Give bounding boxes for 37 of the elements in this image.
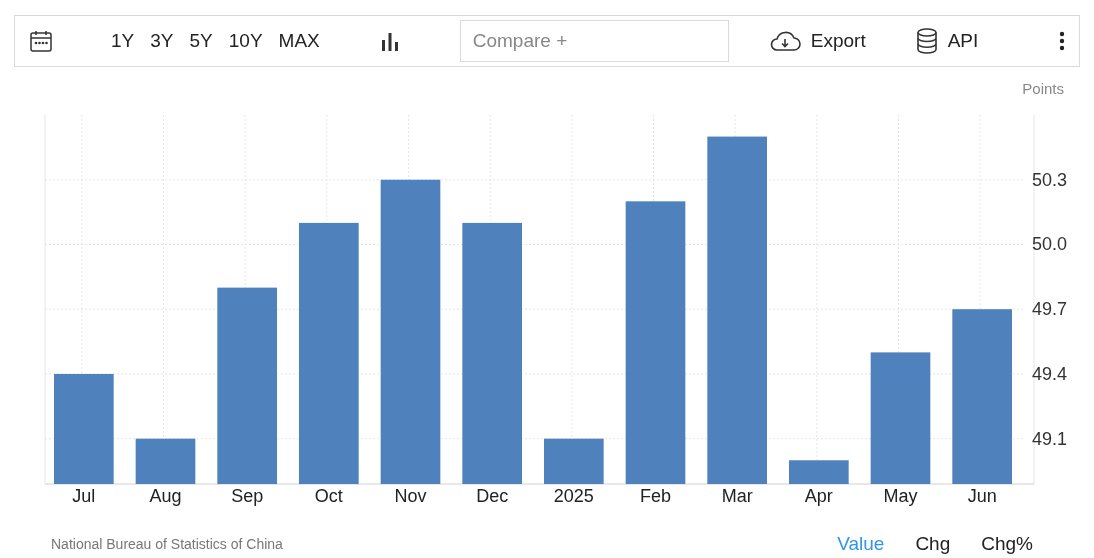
bar [135, 438, 196, 484]
more-icon[interactable] [1059, 31, 1065, 51]
range-button[interactable]: 1Y [109, 26, 137, 56]
axis-label: Nov [394, 486, 427, 506]
axis-label: 49.7 [1032, 299, 1068, 320]
axis-label: Mar [721, 486, 753, 506]
view-tab[interactable]: Chg [915, 530, 951, 558]
view-tab[interactable]: Chg% [981, 530, 1033, 558]
axis-label: 49.1 [1032, 428, 1068, 449]
bar [544, 438, 604, 484]
axis-label: Jul [72, 486, 96, 506]
axis-label: May [883, 486, 918, 506]
range-button[interactable]: 5Y [187, 26, 215, 56]
axis-label: Oct [314, 486, 343, 506]
source-text: National Bureau of Statistics of China [51, 534, 283, 554]
axis-label: Sep [231, 486, 264, 506]
axis-label: 49.4 [1032, 363, 1068, 384]
cloud-download-icon [768, 30, 801, 52]
range-button[interactable]: MAX [276, 26, 322, 56]
compare-field[interactable]: Compare + [459, 20, 729, 62]
unit-label: Points [1022, 80, 1064, 97]
database-icon [915, 28, 938, 54]
axis-label: 50.0 [1032, 234, 1068, 255]
export-button[interactable]: Export [768, 26, 866, 56]
axis-label: 2025 [553, 486, 594, 506]
range-button[interactable]: 3Y [148, 26, 176, 56]
bar-chart-icon[interactable] [379, 31, 400, 51]
axis-label: Dec [476, 486, 509, 506]
axis-label: 50.3 [1032, 169, 1068, 190]
axis-label: Apr [804, 486, 833, 506]
axis-label: Aug [149, 486, 182, 506]
range-button[interactable]: 10Y [226, 26, 265, 56]
axis-label: Jun [967, 486, 997, 506]
bar [789, 460, 849, 484]
api-button[interactable]: API [915, 26, 979, 56]
axis-label: Feb [640, 486, 671, 506]
calendar-icon[interactable] [29, 29, 53, 53]
